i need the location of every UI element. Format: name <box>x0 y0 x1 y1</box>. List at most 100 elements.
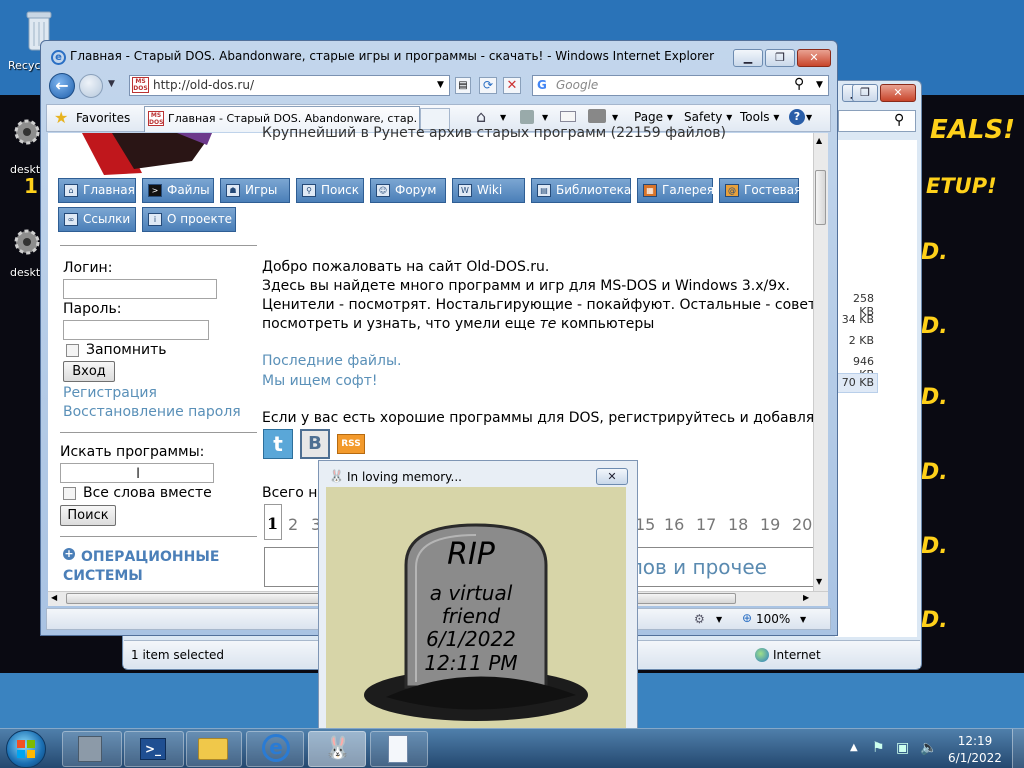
search-dropdown-icon[interactable]: ▼ <box>816 80 823 90</box>
scroll-left-arrow[interactable]: ◀ <box>51 593 57 602</box>
back-button[interactable]: ← <box>49 73 75 99</box>
bg-search-box[interactable] <box>838 110 916 132</box>
header-tagline: Крупнейший в Рунете архив старых програм… <box>262 125 726 141</box>
page-number[interactable]: 19 <box>760 515 780 534</box>
dropdown-icon[interactable]: ▼ <box>806 113 812 122</box>
ie-close-button[interactable]: ✕ <box>797 49 831 67</box>
divider <box>60 245 257 246</box>
desktop-gear-icon[interactable] <box>12 222 42 262</box>
favorites-button[interactable]: Favorites <box>76 111 130 125</box>
zoom-icon[interactable]: ⊕ <box>742 611 752 625</box>
rss-icon[interactable]: RSS <box>337 434 365 454</box>
protected-mode-icon[interactable]: ⚙ <box>694 612 705 626</box>
compat-view-icon[interactable]: ▤ <box>455 77 471 94</box>
login-button[interactable]: Вход <box>63 361 115 382</box>
page-number[interactable]: 2 <box>288 515 298 534</box>
help-icon[interactable]: ? <box>789 109 805 125</box>
all-words-checkbox[interactable] <box>63 487 76 500</box>
dropdown-icon[interactable]: ▼ <box>612 113 618 122</box>
stop-icon[interactable]: ✕ <box>503 77 521 94</box>
address-input[interactable]: http://old-dos.ru/ <box>153 78 254 92</box>
show-desktop-button[interactable] <box>1012 729 1024 768</box>
remember-checkbox[interactable] <box>66 344 79 357</box>
clock-date[interactable]: 6/1/2022 <box>948 751 1002 765</box>
tomb-rip: RIP <box>447 537 495 572</box>
dropdown-icon[interactable]: ▼ <box>716 615 722 624</box>
globe-icon <box>755 648 769 662</box>
tools-menu[interactable]: Tools ▾ <box>740 110 779 124</box>
dropdown-icon[interactable]: ▼ <box>542 113 548 122</box>
desktop-gear-icon[interactable] <box>12 112 42 152</box>
history-dropdown-icon[interactable]: ▼ <box>108 79 115 89</box>
ie-minimize-button[interactable]: ▁ <box>733 49 763 67</box>
nav-home[interactable]: ⌂ Главная <box>58 178 136 203</box>
welcome-line: посмотреть и узнать, что умели еще те ко… <box>262 316 655 332</box>
scroll-down-arrow[interactable]: ▼ <box>816 577 822 586</box>
nav-gallery[interactable]: ▦ Галерея <box>637 178 714 203</box>
network-icon[interactable]: ▣ <box>896 740 909 756</box>
search-input[interactable]: Google <box>556 78 598 92</box>
page-number[interactable]: 16 <box>664 515 684 534</box>
page-menu[interactable]: Page ▾ <box>634 110 673 124</box>
scroll-thumb[interactable] <box>815 170 826 225</box>
page-number[interactable]: 15 <box>635 515 655 534</box>
ie-maximize-button[interactable]: ❐ <box>765 49 795 67</box>
nav-about[interactable]: iО проекте <box>142 207 236 232</box>
bg-close-button[interactable]: ✕ <box>880 84 916 102</box>
login-field[interactable] <box>63 279 217 299</box>
dropdown-icon[interactable]: ▼ <box>500 113 506 122</box>
scroll-up-arrow[interactable]: ▲ <box>816 136 822 145</box>
zoom-level[interactable]: 100% <box>756 612 790 626</box>
vk-icon[interactable]: В <box>300 429 330 459</box>
bg-restore-button[interactable]: ❐ <box>852 84 878 102</box>
we-seek-software-link[interactable]: Мы ищем софт! <box>262 373 378 389</box>
address-dropdown-icon[interactable]: ▼ <box>437 80 444 90</box>
promo-text: ETUP! <box>926 174 997 198</box>
bunny-icon: 🐰 <box>324 736 352 761</box>
twitter-icon[interactable]: t <box>263 429 293 459</box>
search-button[interactable]: Поиск <box>60 505 116 526</box>
nav-games[interactable]: ☗ Игры <box>220 178 290 203</box>
nav-library[interactable]: ▤ Библиотека <box>531 178 631 203</box>
tab-title[interactable]: Главная - Старый DOS. Abandonware, стар.… <box>168 112 416 125</box>
tomb-line: a virtual <box>429 581 513 605</box>
search-icon[interactable]: ⚲ <box>794 76 804 92</box>
page-number[interactable]: 20 <box>792 515 812 534</box>
nav-search[interactable]: ⚲ Поиск <box>296 178 364 203</box>
recover-password-link[interactable]: Восстановление пароля <box>63 404 241 420</box>
mail-icon[interactable] <box>560 111 576 122</box>
page-number[interactable]: 18 <box>728 515 748 534</box>
nav-guestbook[interactable]: @ Гостевая <box>719 178 801 203</box>
promo-text: D. <box>921 534 948 559</box>
popup-close-button[interactable]: ✕ <box>596 468 628 485</box>
password-field[interactable] <box>63 320 209 340</box>
nav-links[interactable]: ∞ Ссылки <box>58 207 136 232</box>
scroll-right-arrow[interactable]: ▶ <box>803 593 809 602</box>
dropdown-icon[interactable]: ▼ <box>800 615 806 624</box>
show-hidden-icons[interactable]: ▲ <box>850 742 858 753</box>
latest-files-link[interactable]: Последние файлы. <box>262 353 401 369</box>
nav-wiki[interactable]: W Wiki <box>452 178 525 203</box>
register-link[interactable]: Регистрация <box>63 385 157 401</box>
site-logo <box>82 133 212 175</box>
bunny-icon: 🐰 <box>329 469 344 483</box>
tomb-time: 12:11 PM <box>424 651 518 675</box>
nav-forum[interactable]: ☺ Форум <box>370 178 446 203</box>
popup-title: In loving memory... <box>347 470 462 484</box>
print-icon[interactable] <box>588 109 606 123</box>
clock-time[interactable]: 12:19 <box>955 734 995 748</box>
volume-icon[interactable]: 🔈 <box>920 740 937 756</box>
safety-menu[interactable]: Safety ▾ <box>684 110 732 124</box>
ie-logo-icon: e <box>262 734 290 762</box>
welcome-line: Добро пожаловать на сайт Old-DOS.ru. <box>262 259 550 275</box>
feeds-icon[interactable] <box>520 110 534 124</box>
forward-button[interactable] <box>79 74 103 98</box>
page-number[interactable]: 17 <box>696 515 716 534</box>
zone-text: Internet <box>773 648 821 662</box>
category-link[interactable]: ОПЕРАЦИОННЫЕ СИСТЕМЫ <box>63 548 263 586</box>
refresh-icon[interactable]: ⟳ <box>479 77 497 94</box>
page-number[interactable]: 1 <box>267 514 278 533</box>
nav-files[interactable]: > Файлы <box>142 178 214 203</box>
action-center-icon[interactable]: ⚑ <box>872 740 885 756</box>
home-icon[interactable]: ⌂ <box>476 107 486 126</box>
